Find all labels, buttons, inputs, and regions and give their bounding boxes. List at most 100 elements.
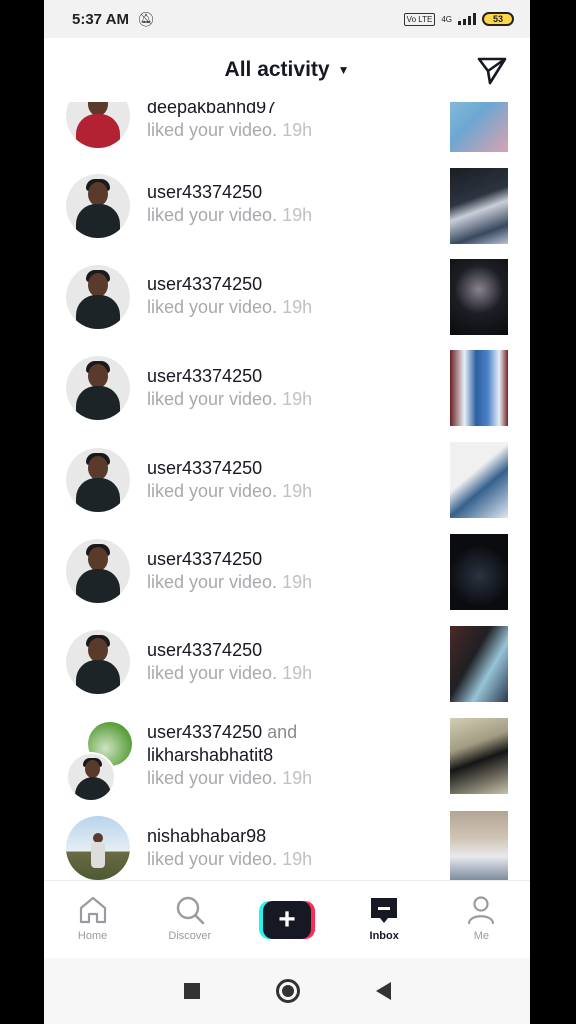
avatar[interactable] [66, 816, 130, 880]
second-username[interactable]: likharshabhatit8 [147, 744, 312, 767]
activity-text: nishabhabar98 liked your video. 19h [147, 825, 312, 871]
nav-label: Inbox [369, 930, 399, 942]
username[interactable]: user43374250 [147, 273, 312, 296]
search-icon [176, 896, 205, 925]
avatar[interactable] [66, 448, 130, 512]
activity-time: 19h [282, 120, 313, 140]
nav-home[interactable]: Home [44, 881, 141, 958]
recents-icon[interactable] [183, 983, 200, 999]
nav-inbox[interactable]: Inbox [336, 881, 433, 958]
avatar[interactable] [66, 174, 130, 238]
activity-text: deepakbahhd97 liked your video. 19h [147, 102, 312, 142]
activity-time: 19h [282, 849, 313, 869]
activity-action: liked your video. [147, 297, 278, 317]
activity-action: liked your video. [147, 572, 278, 592]
username[interactable]: user43374250 [147, 365, 312, 388]
phone-screen: 5:37 AM 🔕︎ Vo LTE 4G 53 All activity ▼ d… [44, 0, 530, 1024]
activity-row[interactable]: user43374250 liked your video. 19h [44, 624, 530, 716]
video-thumbnail[interactable] [450, 718, 508, 794]
activity-filter-dropdown[interactable]: All activity ▼ [225, 58, 350, 82]
avatar[interactable] [66, 102, 130, 148]
activity-text: user43374250 and likharshabhatit8 liked … [147, 721, 312, 790]
activity-time: 19h [282, 297, 313, 317]
username[interactable]: user43374250 [147, 457, 312, 480]
home-icon [79, 896, 106, 924]
avatar[interactable] [66, 752, 116, 802]
video-thumbnail[interactable] [450, 811, 508, 880]
nav-label: Home [77, 930, 108, 942]
avatar[interactable] [66, 265, 130, 329]
activity-action: liked your video. [147, 481, 278, 501]
activity-row[interactable]: user43374250 liked your video. 19h [44, 348, 530, 440]
activity-list: deepakbahhd97 liked your video. 19h user… [44, 102, 530, 880]
username[interactable]: user43374250 [147, 548, 312, 571]
activity-row[interactable]: user43374250 liked your video. 19h [44, 256, 530, 348]
nav-discover[interactable]: Discover [141, 881, 238, 958]
battery-level: 53 [492, 14, 503, 24]
video-thumbnail[interactable] [450, 102, 508, 152]
nav-create[interactable]: + [238, 881, 335, 958]
conjunction: and [267, 722, 298, 742]
video-thumbnail[interactable] [450, 626, 508, 702]
username[interactable]: nishabhabar98 [147, 825, 312, 848]
caret-down-icon: ▼ [337, 63, 350, 77]
volte-badge: Vo LTE [403, 12, 436, 26]
nav-label: Discover [168, 930, 212, 942]
activity-action: liked your video. [147, 389, 278, 409]
activity-action: liked your video. [147, 768, 278, 788]
status-bar: 5:37 AM 🔕︎ Vo LTE 4G 53 [44, 0, 530, 38]
username[interactable]: user43374250 [147, 181, 312, 204]
activity-time: 19h [282, 663, 313, 683]
avatar[interactable] [66, 356, 130, 420]
status-right: Vo LTE 4G 53 [403, 12, 514, 26]
activity-row[interactable]: user43374250 liked your video. 19h [44, 532, 530, 624]
profile-icon [468, 896, 495, 925]
mute-icon: 🔕︎ [136, 10, 155, 27]
username[interactable]: deepakbahhd97 [147, 102, 312, 119]
plus-icon: + [263, 901, 311, 939]
video-thumbnail[interactable] [450, 350, 508, 426]
activity-time: 19h [282, 205, 313, 225]
nav-label: Me [473, 930, 490, 942]
video-thumbnail[interactable] [450, 534, 508, 610]
username[interactable]: user43374250 [147, 639, 312, 662]
activity-row[interactable]: nishabhabar98 liked your video. 19h [44, 808, 530, 880]
status-time: 5:37 AM [72, 10, 129, 28]
video-thumbnail[interactable] [450, 259, 508, 335]
battery-icon: 53 [482, 12, 514, 26]
activity-action: liked your video. [147, 205, 278, 225]
username[interactable]: user43374250 [147, 722, 262, 742]
inbox-icon [371, 898, 398, 923]
activity-text: user43374250 liked your video. 19h [147, 181, 312, 227]
activity-action: liked your video. [147, 849, 278, 869]
activity-time: 19h [282, 389, 313, 409]
back-icon[interactable] [375, 982, 391, 1000]
page-title: All activity [224, 58, 330, 81]
activity-text: user43374250 liked your video. 19h [147, 273, 312, 319]
send-message-icon[interactable] [476, 54, 508, 86]
system-nav-bar [44, 958, 530, 1024]
video-thumbnail[interactable] [450, 442, 508, 518]
avatar[interactable] [66, 539, 130, 603]
network-label: 4G [441, 14, 452, 24]
home-circle-icon[interactable] [275, 979, 300, 1003]
activity-time: 19h [282, 481, 313, 501]
avatar[interactable] [66, 630, 130, 694]
activity-text: user43374250 liked your video. 19h [147, 365, 312, 411]
activity-action: liked your video. [147, 663, 278, 683]
nav-me[interactable]: Me [433, 881, 530, 958]
video-thumbnail[interactable] [450, 168, 508, 244]
activity-row[interactable]: user43374250 liked your video. 19h [44, 164, 530, 256]
activity-row[interactable]: user43374250 and likharshabhatit8 liked … [44, 716, 530, 816]
create-button[interactable]: + [259, 901, 315, 939]
bottom-nav: Home Discover + Inbox Me [44, 880, 530, 958]
activity-header: All activity ▼ [44, 38, 530, 102]
activity-time: 19h [282, 572, 313, 592]
activity-text: user43374250 liked your video. 19h [147, 548, 312, 594]
activity-action: liked your video. [147, 120, 278, 140]
activity-text: user43374250 liked your video. 19h [147, 457, 312, 503]
activity-row[interactable]: deepakbahhd97 liked your video. 19h [44, 102, 530, 164]
activity-text: user43374250 liked your video. 19h [147, 639, 312, 685]
activity-row[interactable]: user43374250 liked your video. 19h [44, 440, 530, 532]
signal-icon [458, 13, 476, 25]
